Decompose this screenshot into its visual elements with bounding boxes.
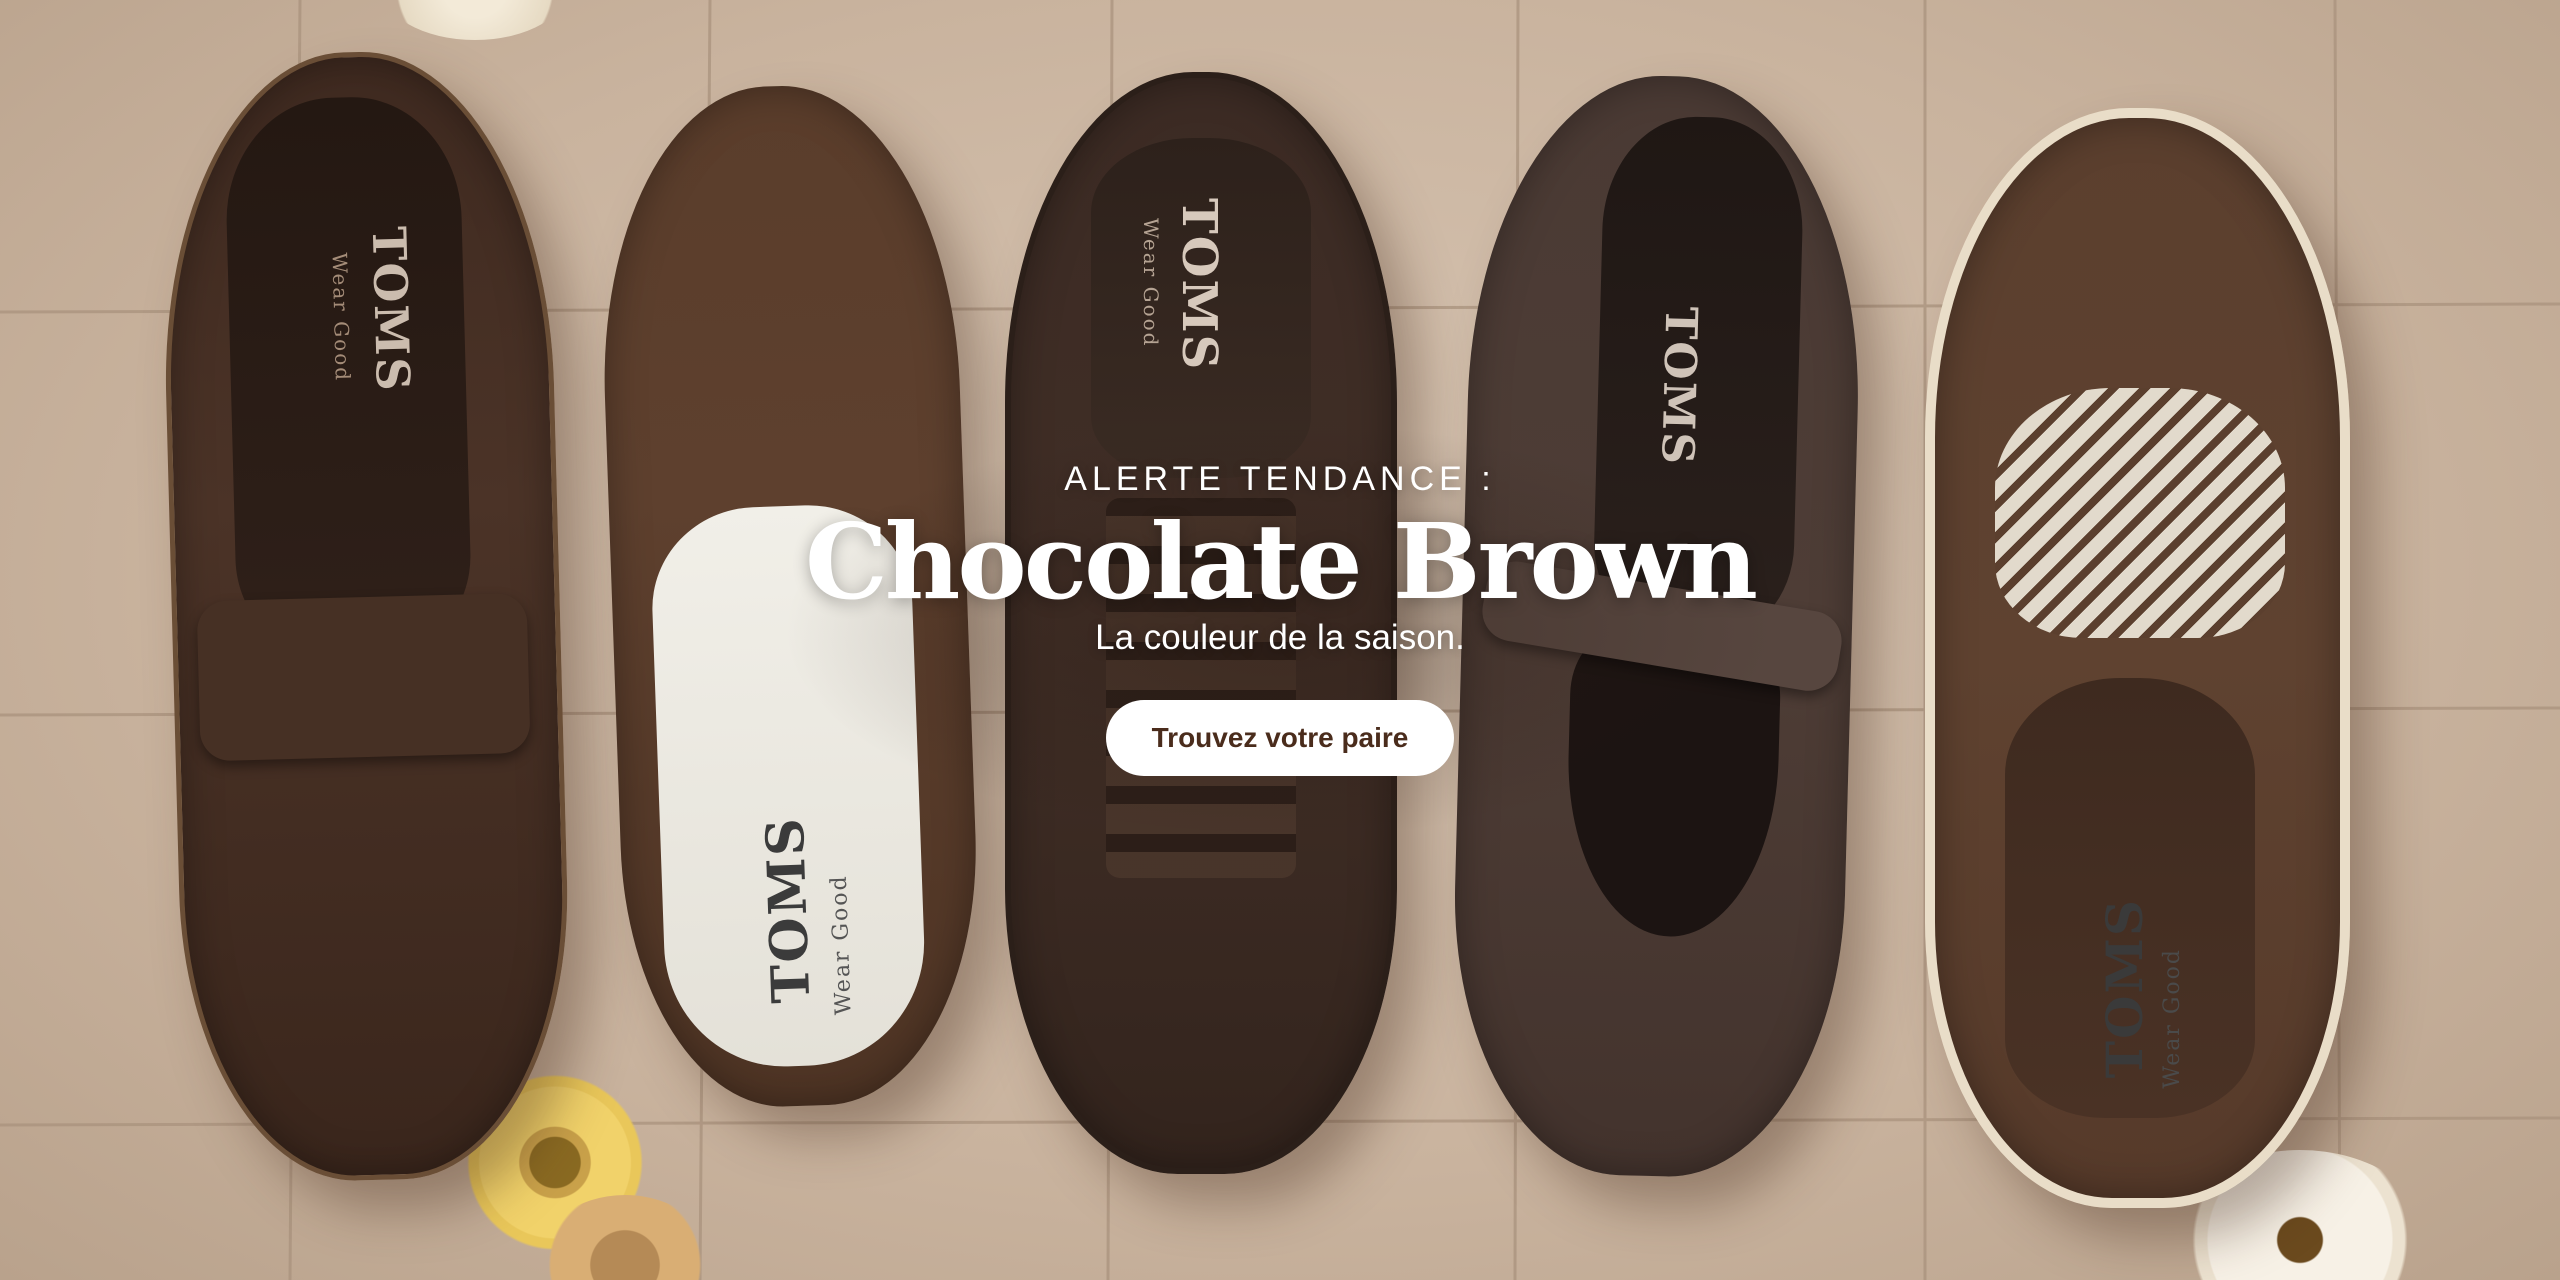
sneaker-brand-logo: TOMS (1171, 198, 1227, 372)
hero-subline: La couleur de la saison. (1095, 618, 1465, 658)
hero-banner[interactable]: TOMS Wear Good TOMS Wear Good TOMS Wear … (0, 0, 2560, 1280)
loafer-tagline: Wear Good (327, 252, 355, 383)
hero-headline: Chocolate Brown (805, 500, 1758, 623)
espadrille-brand-logo: TOMS (2095, 898, 2154, 1079)
espadrille-tagline: Wear Good (2160, 948, 2185, 1089)
hero-eyebrow: ALERTE TENDANCE : (1064, 460, 1496, 498)
loafer-brand-logo: TOMS (361, 225, 421, 394)
sneaker-tagline: Wear Good (1139, 218, 1163, 348)
find-your-pair-button[interactable]: Trouvez votre paire (1105, 700, 1455, 777)
alpargata-brand-logo: TOMS (754, 815, 823, 1005)
alpargata-tagline: Wear Good (826, 873, 857, 1016)
hero-text-block: ALERTE TENDANCE : Chocolate Brown La cou… (0, 460, 2560, 777)
